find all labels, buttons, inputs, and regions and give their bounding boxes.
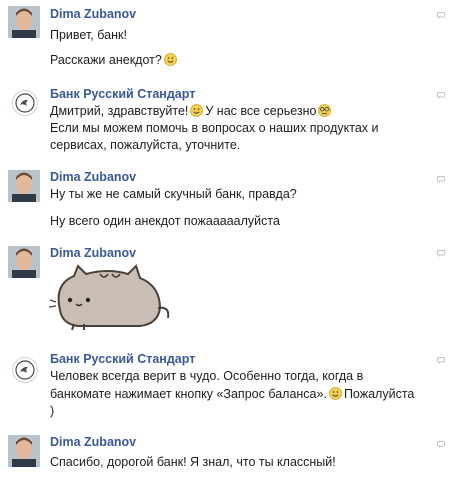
message-options-icon[interactable] xyxy=(437,92,445,99)
sender-name[interactable]: Dima Zubanov xyxy=(50,435,136,449)
smile-emoji-icon xyxy=(329,387,342,400)
message-text: Спасибо, дорогой банк! Я знал, что ты кл… xyxy=(50,455,336,469)
message-text: Привет, банк! xyxy=(50,28,127,42)
sender-name[interactable]: Dima Zubanov xyxy=(50,170,136,184)
message-options-icon[interactable] xyxy=(437,250,445,257)
message-text: банкомате нажимает кнопку «Запрос баланс… xyxy=(50,387,415,401)
message-group: Dima Zubanov Привет, банк! Расскажи анек… xyxy=(0,0,451,80)
message-options-icon[interactable] xyxy=(437,12,445,19)
message-text: Ну всего один анекдот пожааааалуйста xyxy=(50,214,280,228)
message-group: Dima Zubanov Спасибо, дорогой банк! Я зн… xyxy=(0,433,451,484)
sender-name[interactable]: Dima Zubanov xyxy=(50,246,136,260)
bank-logo-avatar[interactable] xyxy=(12,357,38,383)
message-group: Банк Русский Стандарт Дмитрий, здравству… xyxy=(0,80,451,170)
message-text: ) xyxy=(50,404,55,418)
smile-emoji-icon xyxy=(163,53,177,66)
message-options-icon[interactable] xyxy=(437,357,445,364)
message-options-icon[interactable] xyxy=(437,176,445,183)
message-text: Дмитрий, здравствуйте! У нас все серьезно xyxy=(50,104,333,118)
bank-logo-avatar[interactable] xyxy=(12,90,38,116)
avatar[interactable] xyxy=(8,170,40,202)
avatar[interactable] xyxy=(8,6,40,38)
sender-name[interactable]: Dima Zubanov xyxy=(50,7,136,21)
sender-name[interactable]: Банк Русский Стандарт xyxy=(50,87,195,101)
message-group: Банк Русский Стандарт Человек всегда вер… xyxy=(0,345,451,430)
smile-emoji-icon xyxy=(190,104,204,117)
pusheen-cat-sticker[interactable] xyxy=(48,264,174,330)
avatar[interactable] xyxy=(8,435,40,467)
message-text: Ну ты же не самый скучный банк, правда? xyxy=(50,187,297,201)
glasses-emoji-icon xyxy=(318,104,332,117)
sender-name[interactable]: Банк Русский Стандарт xyxy=(50,352,195,366)
message-text: сервисах, пожалуйста, уточните. xyxy=(50,138,241,152)
message-group: Dima Zubanov Ну ты же не самый скучный б… xyxy=(0,170,451,238)
message-text: Человек всегда верит в чудо. Особенно то… xyxy=(50,369,364,383)
message-options-icon[interactable] xyxy=(437,441,445,448)
message-text: Расскажи анекдот? xyxy=(50,53,179,67)
message-text: Если мы можем помочь в вопросах о наших … xyxy=(50,121,379,135)
avatar[interactable] xyxy=(8,246,40,278)
message-group: Dima Zubanov xyxy=(0,242,451,342)
